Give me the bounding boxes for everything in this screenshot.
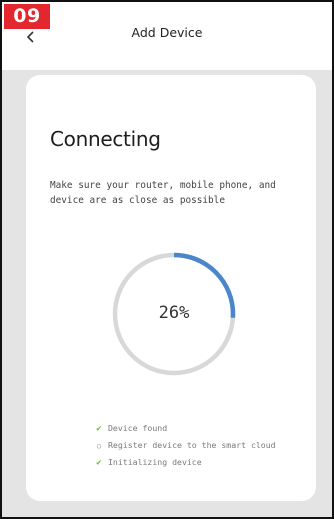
status-label: Device found <box>108 423 168 433</box>
progress-percent: 26% <box>158 303 190 323</box>
progress-ring: 26% <box>112 252 236 376</box>
status-label: Register device to the smart cloud <box>108 440 276 450</box>
proximity-instruction: Make sure your router, mobile phone, and… <box>50 180 276 206</box>
check-icon: ✔ <box>96 424 102 434</box>
status-label: Initializing device <box>108 457 202 467</box>
page-title: Add Device <box>131 25 203 40</box>
step-number-badge: 09 <box>4 4 50 29</box>
status-list: ✔ Device found ○ Register device to the sm… <box>94 420 276 471</box>
status-item-initializing: ✔ Initializing device <box>94 454 276 471</box>
phone-screen: Add Device 09 Connecting Make sure your … <box>0 0 334 519</box>
connecting-card: Connecting Make sure your router, mobile… <box>26 75 316 501</box>
status-item-register-device: ○ Register device to the smart cloud <box>94 437 276 454</box>
check-icon: ✔ <box>96 458 102 468</box>
connecting-title: Connecting <box>50 127 161 151</box>
circle-icon: ○ <box>96 442 102 450</box>
status-item-device-found: ✔ Device found <box>94 420 276 437</box>
top-bar: Add Device <box>2 2 332 70</box>
